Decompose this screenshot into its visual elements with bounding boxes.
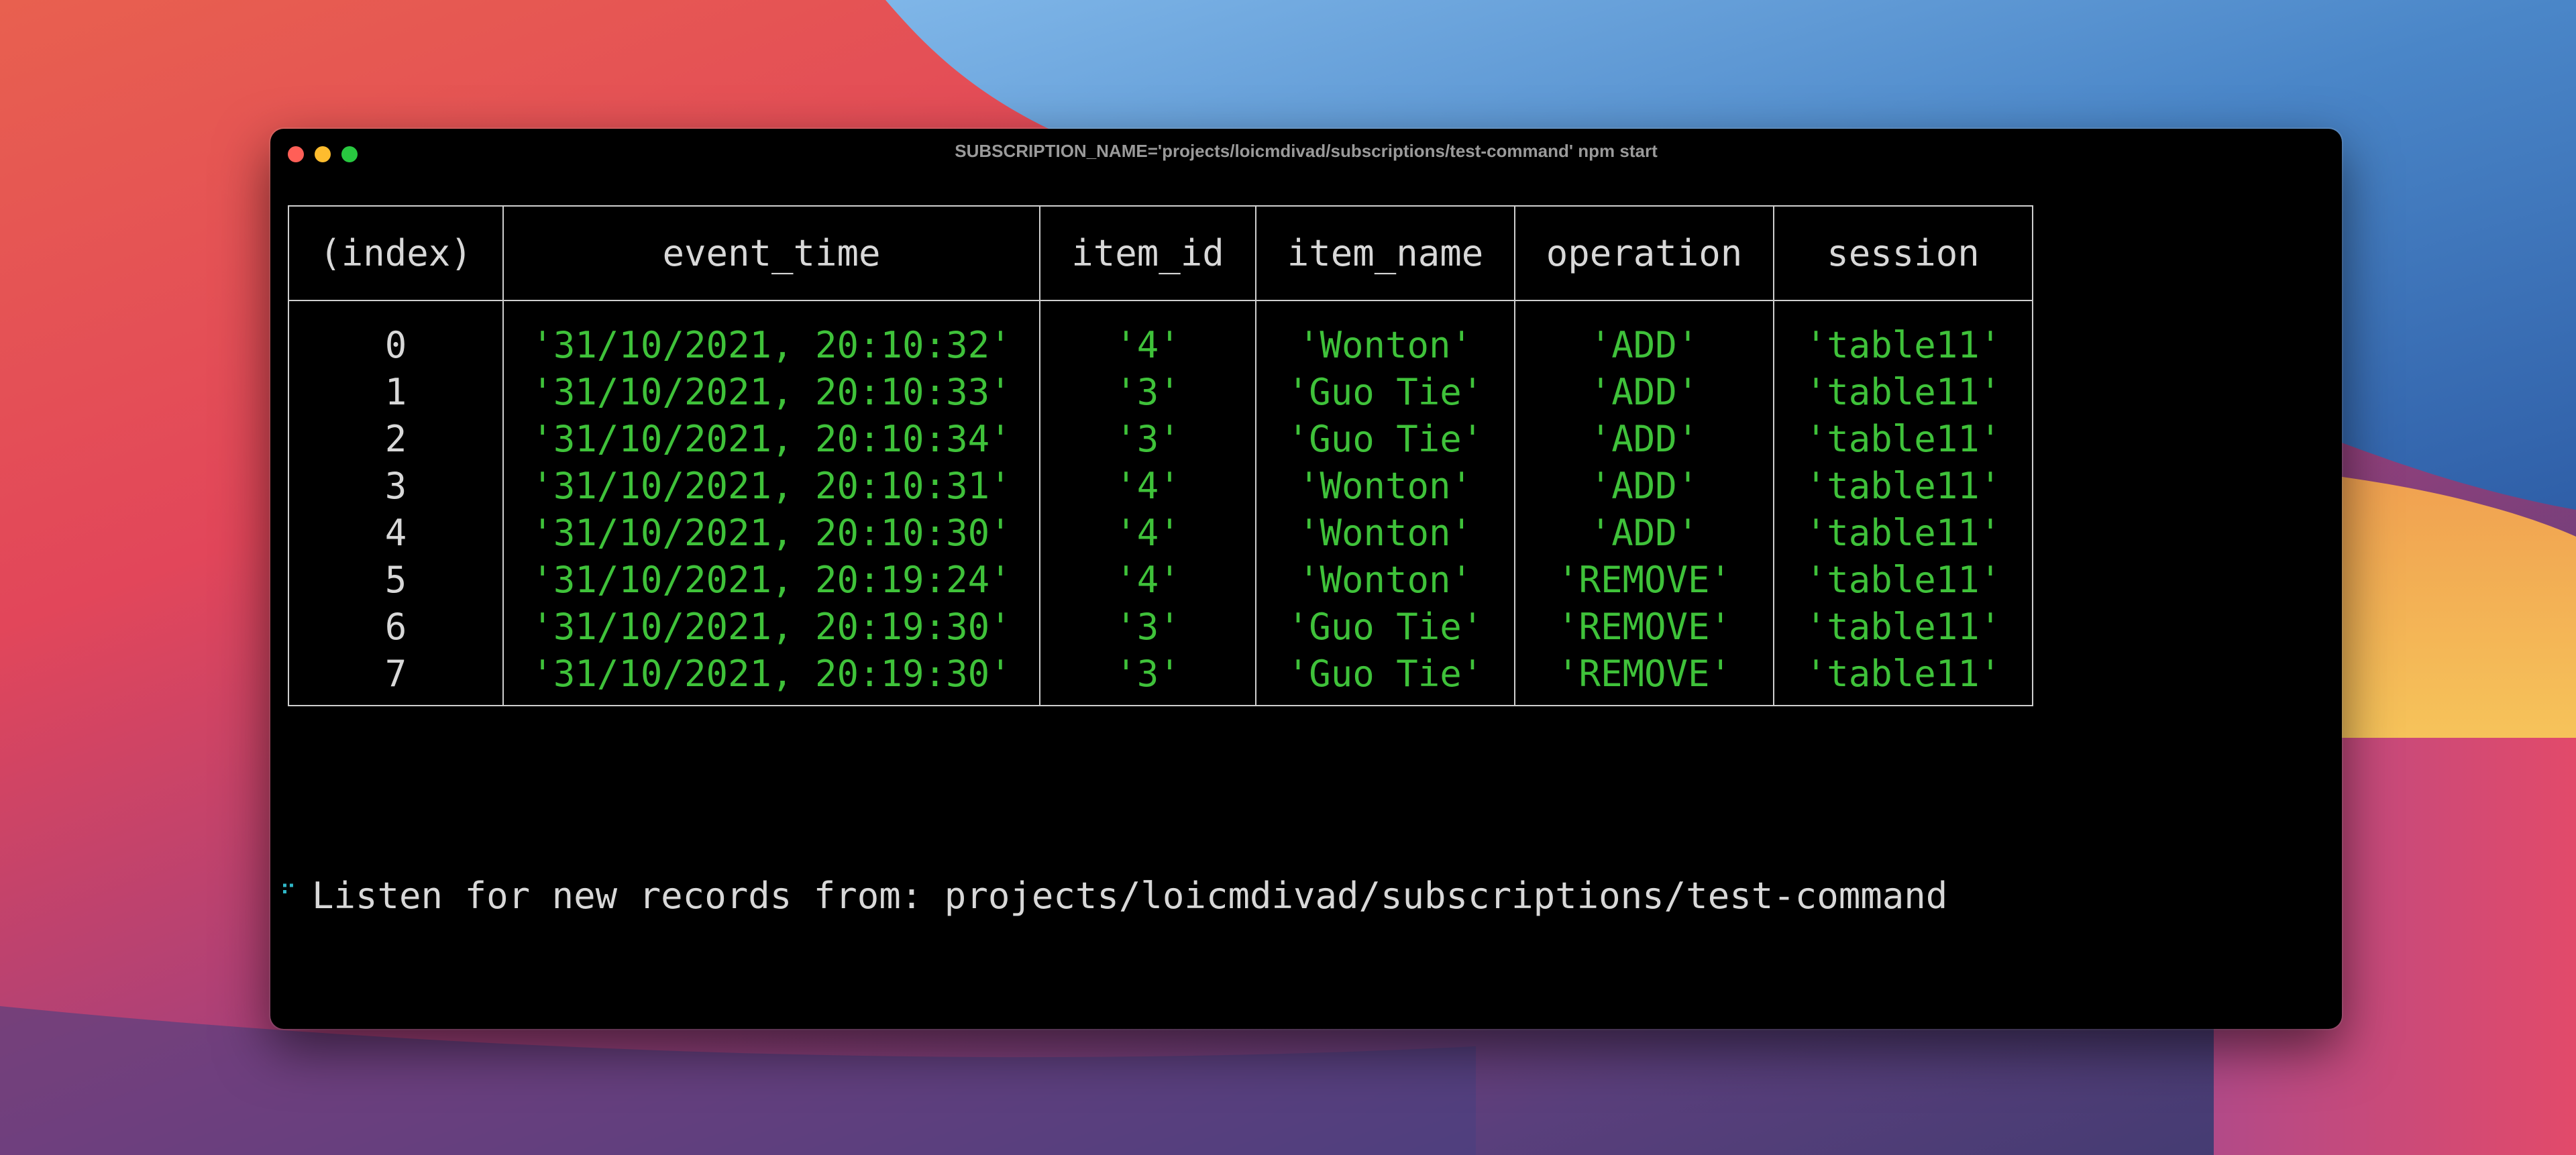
status-text: Listen for new records from: projects/lo… xyxy=(312,875,1948,917)
cell-index: 0 xyxy=(288,300,504,368)
window-title: SUBSCRIPTION_NAME='projects/loicmdivad/s… xyxy=(955,141,1658,161)
table-row: 1 '31/10/2021, 20:10:33' '3' 'Guo Tie' '… xyxy=(288,368,2033,415)
cell-item-name: 'Wonton' xyxy=(1255,300,1515,368)
status-line: ⠋ Listen for new records from: projects/l… xyxy=(280,875,1947,917)
cell-operation: 'REMOVE' xyxy=(1514,650,1774,706)
cell-item-name: 'Guo Tie' xyxy=(1255,415,1515,462)
cell-session: 'table11' xyxy=(1773,300,2033,368)
cell-operation: 'REMOVE' xyxy=(1514,556,1774,603)
cell-operation: 'ADD' xyxy=(1514,368,1774,415)
cell-session: 'table11' xyxy=(1773,462,2033,509)
column-header-event-time: event_time xyxy=(502,205,1040,301)
records-table: (index) event_time item_id item_name ope… xyxy=(288,205,2033,706)
table-row: 2 '31/10/2021, 20:10:34' '3' 'Guo Tie' '… xyxy=(288,415,2033,462)
cell-item-id: '4' xyxy=(1039,556,1256,603)
table-row: 0 '31/10/2021, 20:10:32' '4' 'Wonton' 'A… xyxy=(288,300,2033,368)
column-header-session: session xyxy=(1773,205,2033,301)
braille-spinner-icon: ⠋ xyxy=(280,881,297,908)
cell-item-name: 'Wonton' xyxy=(1255,556,1515,603)
cell-item-name: 'Wonton' xyxy=(1255,509,1515,556)
table-row: 7 '31/10/2021, 20:19:30' '3' 'Guo Tie' '… xyxy=(288,650,2033,706)
column-header-operation: operation xyxy=(1514,205,1774,301)
cell-index: 1 xyxy=(288,368,504,415)
cell-index: 5 xyxy=(288,556,504,603)
cell-item-id: '4' xyxy=(1039,462,1256,509)
cell-index: 3 xyxy=(288,462,504,509)
cell-operation: 'ADD' xyxy=(1514,462,1774,509)
cell-event-time: '31/10/2021, 20:19:30' xyxy=(502,650,1040,706)
cell-session: 'table11' xyxy=(1773,368,2033,415)
table-row: 3 '31/10/2021, 20:10:31' '4' 'Wonton' 'A… xyxy=(288,462,2033,509)
cell-operation: 'REMOVE' xyxy=(1514,603,1774,650)
cell-item-id: '3' xyxy=(1039,650,1256,706)
cell-item-id: '3' xyxy=(1039,415,1256,462)
cell-item-name: 'Wonton' xyxy=(1255,462,1515,509)
table-row: 4 '31/10/2021, 20:10:30' '4' 'Wonton' 'A… xyxy=(288,509,2033,556)
cell-operation: 'ADD' xyxy=(1514,300,1774,368)
cell-operation: 'ADD' xyxy=(1514,415,1774,462)
cell-item-name: 'Guo Tie' xyxy=(1255,368,1515,415)
cell-session: 'table11' xyxy=(1773,556,2033,603)
cell-index: 2 xyxy=(288,415,504,462)
cell-index: 4 xyxy=(288,509,504,556)
column-header-index: (index) xyxy=(288,205,504,301)
cell-item-id: '3' xyxy=(1039,603,1256,650)
cell-item-name: 'Guo Tie' xyxy=(1255,603,1515,650)
cell-session: 'table11' xyxy=(1773,650,2033,706)
cell-operation: 'ADD' xyxy=(1514,509,1774,556)
cell-session: 'table11' xyxy=(1773,415,2033,462)
cell-item-name: 'Guo Tie' xyxy=(1255,650,1515,706)
cell-item-id: '3' xyxy=(1039,368,1256,415)
cell-session: 'table11' xyxy=(1773,509,2033,556)
cell-item-id: '4' xyxy=(1039,509,1256,556)
cell-event-time: '31/10/2021, 20:10:31' xyxy=(502,462,1040,509)
cell-event-time: '31/10/2021, 20:19:24' xyxy=(502,556,1040,603)
table-row: 6 '31/10/2021, 20:19:30' '3' 'Guo Tie' '… xyxy=(288,603,2033,650)
cell-event-time: '31/10/2021, 20:10:30' xyxy=(502,509,1040,556)
cell-event-time: '31/10/2021, 20:19:30' xyxy=(502,603,1040,650)
cell-event-time: '31/10/2021, 20:10:33' xyxy=(502,368,1040,415)
terminal-window[interactable]: SUBSCRIPTION_NAME='projects/loicmdivad/s… xyxy=(270,129,2342,1029)
column-header-item-id: item_id xyxy=(1039,205,1256,301)
cell-session: 'table11' xyxy=(1773,603,2033,650)
cell-item-id: '4' xyxy=(1039,300,1256,368)
cell-event-time: '31/10/2021, 20:10:32' xyxy=(502,300,1040,368)
window-titlebar[interactable]: SUBSCRIPTION_NAME='projects/loicmdivad/s… xyxy=(270,129,2342,180)
column-header-item-name: item_name xyxy=(1255,205,1515,301)
table-row: 5 '31/10/2021, 20:19:24' '4' 'Wonton' 'R… xyxy=(288,556,2033,603)
cell-index: 6 xyxy=(288,603,504,650)
cell-event-time: '31/10/2021, 20:10:34' xyxy=(502,415,1040,462)
cell-index: 7 xyxy=(288,650,504,706)
table-header-row: (index) event_time item_id item_name ope… xyxy=(288,205,2033,301)
